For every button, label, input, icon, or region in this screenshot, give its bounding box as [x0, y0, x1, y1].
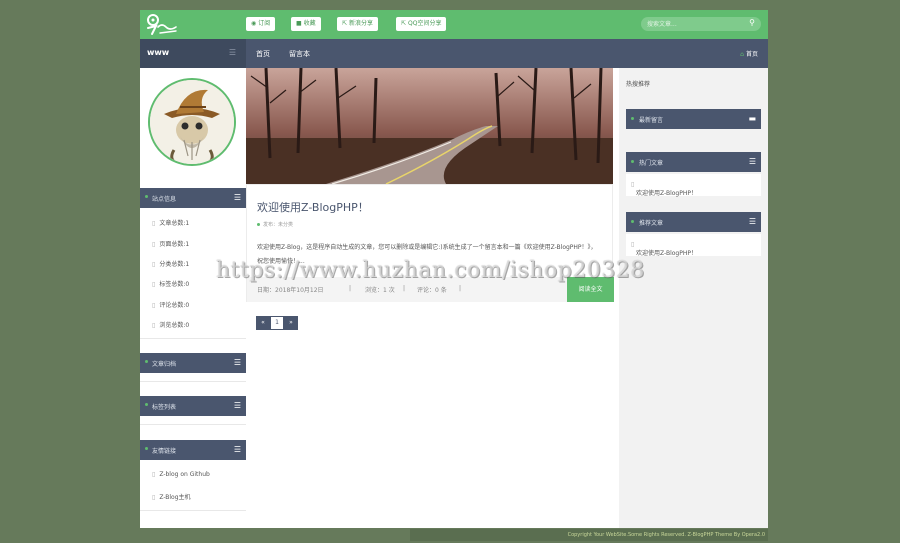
- breadcrumb-home[interactable]: ⌂ 首页: [740, 49, 758, 58]
- bookmark-icon: ■: [296, 20, 302, 27]
- search-box: ⚲: [641, 17, 761, 31]
- list-icon: ☰: [233, 193, 241, 202]
- comment-icon: ▬: [748, 114, 756, 123]
- pagination: «1»: [256, 316, 298, 330]
- menu-toggle-icon[interactable]: ☰: [229, 48, 236, 57]
- list-icon: ☰: [233, 401, 241, 410]
- widget-title-site-info: 站点信息 ☰: [140, 188, 246, 208]
- file-icon: ▯: [152, 471, 156, 478]
- next-page-button[interactable]: »: [284, 316, 298, 330]
- file-icon: ▯: [152, 322, 156, 329]
- list-icon: ☰: [233, 358, 241, 367]
- list-item: ▯ 文章总数:1: [152, 220, 190, 227]
- qzone-share-button[interactable]: ⇱ QQ空间分享: [396, 17, 447, 31]
- list-item: ▯ 页面总数:1: [152, 241, 190, 248]
- home-icon: ⌂: [740, 51, 744, 58]
- site-name: www: [147, 48, 170, 57]
- main-content: 欢迎使用Z-BlogPHP！ 发布：未分类 欢迎使用Z-Blog，这是程序自动生…: [246, 68, 614, 528]
- post-meta: 发布：未分类: [257, 221, 293, 228]
- list-item: ▯ 标签总数:0: [152, 281, 190, 288]
- rss-button[interactable]: ◉ 订阅: [246, 17, 276, 31]
- separator: |: [403, 285, 406, 292]
- main-nav: 首页 留言本 ⌂ 首页: [246, 39, 768, 68]
- post-card: 欢迎使用Z-BlogPHP！ 发布：未分类 欢迎使用Z-Blog，这是程序自动生…: [246, 184, 614, 302]
- avatar: [148, 78, 236, 166]
- top-header: ◉订阅 ■收藏 ⇱新浪分享 ⇱QQ空间分享 ⚲: [140, 10, 768, 39]
- post-excerpt: 欢迎使用Z-Blog，这是程序自动生成的文章，您可以删除或是编辑它:)系统生成了…: [257, 244, 597, 265]
- hot-search-label: 热搜推荐: [626, 81, 651, 88]
- widget-title-hot-posts: 热门文章 ☰: [626, 152, 761, 172]
- site-logo[interactable]: [146, 13, 180, 37]
- link-item[interactable]: ▯ Z-Blog主机: [152, 492, 191, 501]
- nav-item-home[interactable]: 首页: [256, 49, 270, 59]
- file-icon: ▯: [631, 181, 635, 188]
- prev-page-button[interactable]: «: [256, 316, 270, 330]
- post-views: 浏览：1 次: [365, 287, 395, 294]
- page-1-button[interactable]: 1: [270, 316, 284, 330]
- file-icon: ▯: [152, 220, 156, 227]
- separator: |: [349, 285, 352, 292]
- post-date: 日期：2018年10月12日: [257, 287, 324, 294]
- search-input[interactable]: [647, 18, 742, 30]
- nav-item-guestbook[interactable]: 留言本: [289, 49, 310, 59]
- search-icon[interactable]: ⚲: [749, 18, 755, 27]
- widget-title-recommended: 推荐文章 ☰: [626, 212, 761, 232]
- list-item: ▯ 分类总数:1: [152, 261, 190, 268]
- post-cover-image[interactable]: [246, 68, 613, 184]
- read-more-button[interactable]: 阅读全文: [567, 277, 614, 302]
- share-icon: ⇱: [401, 20, 407, 27]
- file-icon: ▯: [152, 494, 156, 501]
- weibo-share-button[interactable]: ⇱ 新浪分享: [337, 17, 379, 31]
- site-name-bar: www ☰: [140, 39, 246, 68]
- page-frame: ◉订阅 ■收藏 ⇱新浪分享 ⇱QQ空间分享 ⚲ www ☰ 首页 留言本 ⌂首页: [140, 10, 768, 528]
- left-sidebar: 站点信息 ☰ ▯ 文章总数:1 ▯ 页面总数:1 ▯ 分类总数:1 ▯ 标签总数:0 ▯…: [140, 68, 246, 528]
- file-icon: ▯: [152, 241, 156, 248]
- file-icon: ▯: [152, 261, 156, 268]
- widget-title-archive: 文章归档 ☰: [140, 353, 246, 373]
- widget-title-tags: 标签列表 ☰: [140, 396, 246, 416]
- post-title[interactable]: 欢迎使用Z-BlogPHP！: [257, 199, 369, 215]
- bookmark-button[interactable]: ■ 收藏: [291, 17, 321, 31]
- post-footer: 日期：2018年10月12日 | 浏览：1 次 | 评论：0 条 |: [247, 277, 567, 302]
- list-icon: ☰: [748, 157, 756, 166]
- list-icon: ☰: [233, 445, 241, 454]
- list-item: ▯ 浏览总数:0: [152, 322, 190, 329]
- list-item: ▯ 评论总数:0: [152, 302, 190, 309]
- right-sidebar: 热搜推荐 最新留言 ▬ 热门文章 ☰ ▯ 欢迎使用Z-BlogPHP！ 推荐文章 …: [619, 68, 768, 528]
- rss-icon: ◉: [251, 20, 257, 27]
- widget-title-latest-comments: 最新留言 ▬: [626, 109, 761, 129]
- file-icon: ▯: [152, 302, 156, 309]
- separator: |: [459, 285, 462, 292]
- link-item[interactable]: ▯ Z-blog on Github: [152, 471, 210, 478]
- list-icon: ☰: [748, 217, 756, 226]
- widget-title-links: 友情链接 ☰: [140, 440, 246, 460]
- post-comments: 评论：0 条: [417, 287, 447, 294]
- share-icon: ⇱: [342, 20, 348, 27]
- footer-copyright: Copyright Your WebSite.Some Rights Reser…: [410, 529, 768, 541]
- file-icon: ▯: [152, 281, 156, 288]
- file-icon: ▯: [631, 241, 635, 248]
- list-item[interactable]: ▯ 欢迎使用Z-BlogPHP！: [626, 234, 761, 257]
- list-item[interactable]: ▯ 欢迎使用Z-BlogPHP！: [626, 174, 761, 197]
